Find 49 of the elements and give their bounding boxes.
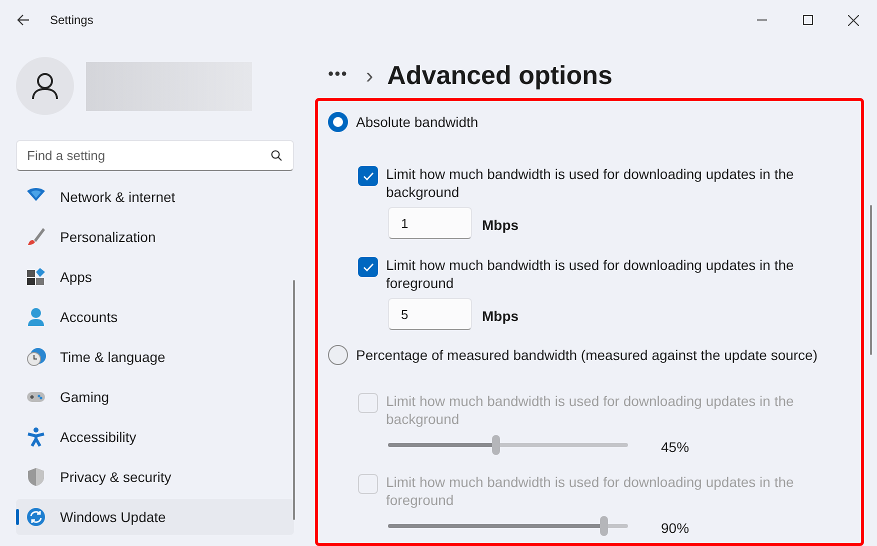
search-icon[interactable] bbox=[271, 150, 282, 161]
radio-label: Absolute bandwidth bbox=[356, 112, 478, 132]
maximize-icon[interactable] bbox=[803, 15, 813, 25]
sidebar-item[interactable]: Privacy & security bbox=[16, 459, 294, 495]
shield-icon bbox=[26, 467, 46, 487]
sidebar-item[interactable]: Personalization bbox=[16, 219, 294, 255]
unit-label: Mbps bbox=[482, 216, 519, 235]
slider-track[interactable] bbox=[388, 516, 628, 536]
clock-globe-icon bbox=[26, 347, 46, 367]
sidebar-item[interactable]: Accessibility bbox=[16, 419, 294, 455]
accessibility-icon bbox=[26, 427, 46, 447]
apps-icon bbox=[26, 267, 46, 287]
slider-value: 45% bbox=[661, 438, 690, 456]
slider-value: 90% bbox=[661, 518, 690, 538]
sidebar-item[interactable]: Gaming bbox=[16, 379, 294, 415]
scrollbar[interactable] bbox=[870, 205, 872, 355]
breadcrumb-separator: › bbox=[366, 62, 374, 90]
checkbox[interactable] bbox=[358, 257, 378, 277]
checkbox[interactable] bbox=[358, 166, 378, 186]
back-icon[interactable] bbox=[17, 14, 30, 26]
sidebar-item[interactable]: Apps bbox=[16, 259, 294, 295]
paintbrush-icon bbox=[26, 227, 46, 247]
selection-indicator bbox=[16, 509, 19, 525]
checkbox-label: Limit how much bandwidth is used for downloading updates in the background bbox=[386, 392, 795, 428]
search-field[interactable]: Find a setting bbox=[16, 140, 294, 171]
radio-button[interactable] bbox=[328, 112, 348, 132]
unit-label: Mbps bbox=[482, 306, 519, 326]
more-button[interactable]: ••• bbox=[328, 63, 348, 87]
page-title: Advanced options bbox=[387, 58, 612, 92]
sidebar-item[interactable]: Network & internet bbox=[16, 179, 294, 215]
window-title: Settings bbox=[50, 12, 94, 29]
sync-icon bbox=[26, 507, 46, 527]
checkbox-label: Limit how much bandwidth is used for downloading updates in the background bbox=[386, 165, 795, 201]
close-icon[interactable] bbox=[848, 14, 859, 26]
checkbox-label: Limit how much bandwidth is used for downloading updates in the foreground bbox=[386, 256, 795, 292]
slider-track[interactable] bbox=[388, 435, 628, 455]
scrollbar[interactable] bbox=[293, 280, 295, 520]
check-icon bbox=[362, 172, 374, 180]
checkbox-label: Limit how much bandwidth is used for downloading updates in the foreground bbox=[386, 473, 795, 509]
person-icon bbox=[26, 307, 46, 327]
sidebar-item[interactable]: Time & language bbox=[16, 339, 294, 375]
radio-label: Percentage of measured bandwidth (measured against the update source) bbox=[356, 346, 818, 365]
number-field[interactable]: 5 bbox=[388, 298, 472, 330]
sidebar-item[interactable]: Windows Update bbox=[16, 499, 294, 535]
check-icon bbox=[362, 262, 374, 272]
person-icon bbox=[31, 72, 59, 100]
number-field[interactable]: 1 bbox=[388, 207, 472, 239]
radio-button[interactable] bbox=[328, 345, 348, 365]
sidebar-item[interactable]: Accounts bbox=[16, 299, 294, 335]
